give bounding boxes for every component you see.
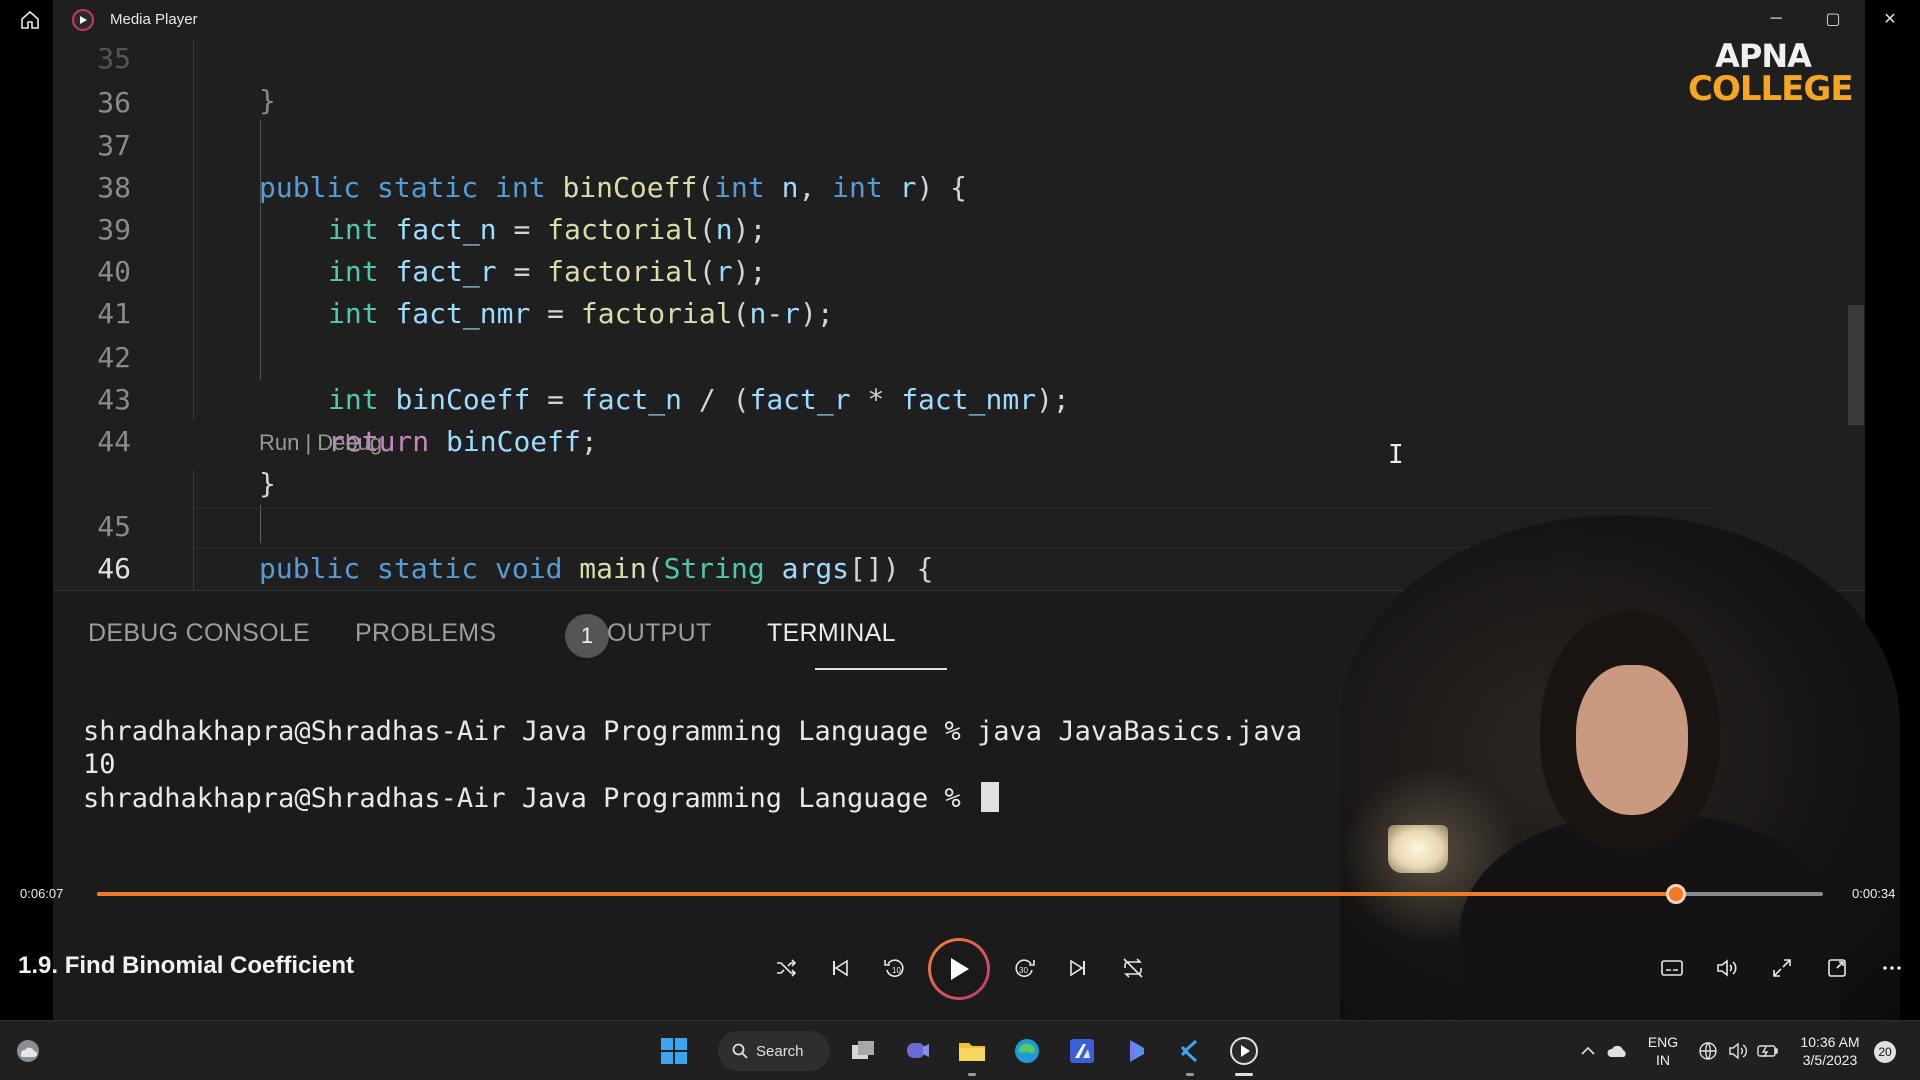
next-icon[interactable] [1058,950,1098,986]
volume-icon[interactable] [1707,950,1747,986]
language-indicator[interactable]: ENG IN [1646,1033,1680,1069]
terminal-prompt[interactable]: shradhakhapra@Shradhas-Air Java Programm… [83,782,1000,814]
webcam-overlay [1340,515,1900,1020]
terminal-line: shradhakhapra@Shradhas-Air Java Programm… [83,716,1303,747]
apna-college-logo: APNA COLLEGE [1688,37,1854,109]
skip-back-10-icon[interactable]: 10 [875,950,915,986]
fullscreen-icon[interactable] [1762,950,1802,986]
code-line: 38 int fact_n = factorial(n); [53,125,1843,246]
shuffle-icon[interactable] [766,950,806,986]
code-line: 42 int binCoeff = fact_n / (fact_r * fac… [53,295,1843,416]
code-line: 45 public static void main(String args[]… [53,464,1843,585]
mini-player-icon[interactable] [1817,950,1857,986]
clock[interactable]: 10:36 AM 3/5/2023 [1790,1033,1870,1069]
play-button[interactable] [928,938,990,1000]
taskbar: Search ENG IN 10:36 AM 3/5/2023 20 [0,1020,1920,1080]
battery-icon[interactable] [1750,1033,1786,1069]
title-bar: Media Player ─ ▢ ✕ [0,0,1920,40]
terminal-line: 10 [83,749,116,780]
tab-output[interactable]: OUTPUT [607,619,712,648]
teams-chat-icon[interactable] [900,1033,936,1069]
remaining-time: 0:00:34 [1852,886,1896,901]
captions-icon[interactable] [1652,950,1692,986]
search-icon [732,1043,748,1059]
tab-problems[interactable]: PROBLEMS [355,619,496,648]
code-line: 36 [53,40,1843,119]
lamp [1388,825,1448,873]
task-view-icon[interactable] [845,1033,881,1069]
code-line: 44 } [53,379,1843,500]
code-line: 43 return binCoeff; [53,337,1843,458]
media-title: 1.9. Find Binomial Coefficient [18,952,355,979]
code-line: 40 int fact_nmr = factorial(n-r); [53,209,1843,330]
copilot-icon[interactable] [1118,1033,1154,1069]
taskbar-search[interactable]: Search [718,1031,830,1071]
repeat-off-icon[interactable] [1113,950,1153,986]
tab-debug-console[interactable]: DEBUG CONSOLE [88,619,310,648]
editor-scrollbar[interactable] [1848,305,1864,425]
window-title: Media Player [110,11,198,28]
edge-icon[interactable] [1009,1033,1045,1069]
play-icon [951,958,969,980]
terminal-cursor [981,782,1000,812]
vscode-like-icon[interactable] [1172,1033,1208,1069]
file-explorer-icon[interactable] [954,1033,990,1069]
active-tab-indicator [815,668,947,670]
seek-bar[interactable] [97,884,1823,904]
close-button[interactable]: ✕ [1872,6,1908,32]
video-frame[interactable]: 35 } 36 37 public static int binCoeff(in… [0,0,1920,1020]
more-icon[interactable] [1872,950,1912,986]
media-player-taskbar-icon[interactable] [1226,1033,1262,1069]
notification-badge[interactable]: 20 [1874,1041,1896,1063]
home-icon[interactable] [18,8,42,32]
minimize-button[interactable]: ─ [1758,6,1794,32]
svg-text:30: 30 [1019,966,1028,975]
media-player-app-icon [72,9,94,31]
code-line: 41 [53,251,1843,330]
code-line: 37 public static int binCoeff(int n, int… [53,83,1843,204]
line-number: 44 [97,425,131,458]
onedrive-icon[interactable] [1600,1033,1636,1069]
seek-bar-progress [97,892,1677,896]
weather-icon[interactable] [10,1033,46,1069]
mouse-cursor-ibeam: I [1388,440,1404,470]
svg-text:10: 10 [892,966,901,975]
maximize-button[interactable]: ▢ [1815,6,1851,32]
previous-icon[interactable] [820,950,860,986]
tab-terminal[interactable]: TERMINAL [767,619,896,648]
code-line: 39 int fact_r = factorial(r); [53,167,1843,288]
elapsed-time: 0:06:07 [20,886,64,901]
azure-app-icon[interactable] [1064,1033,1100,1069]
problems-count-badge: 1 [565,614,609,658]
skip-forward-30-icon[interactable]: 30 [1004,950,1044,986]
presenter-face [1576,665,1688,815]
start-icon[interactable] [656,1033,692,1069]
codelens-run-debug[interactable]: Run | Debug [259,430,382,456]
